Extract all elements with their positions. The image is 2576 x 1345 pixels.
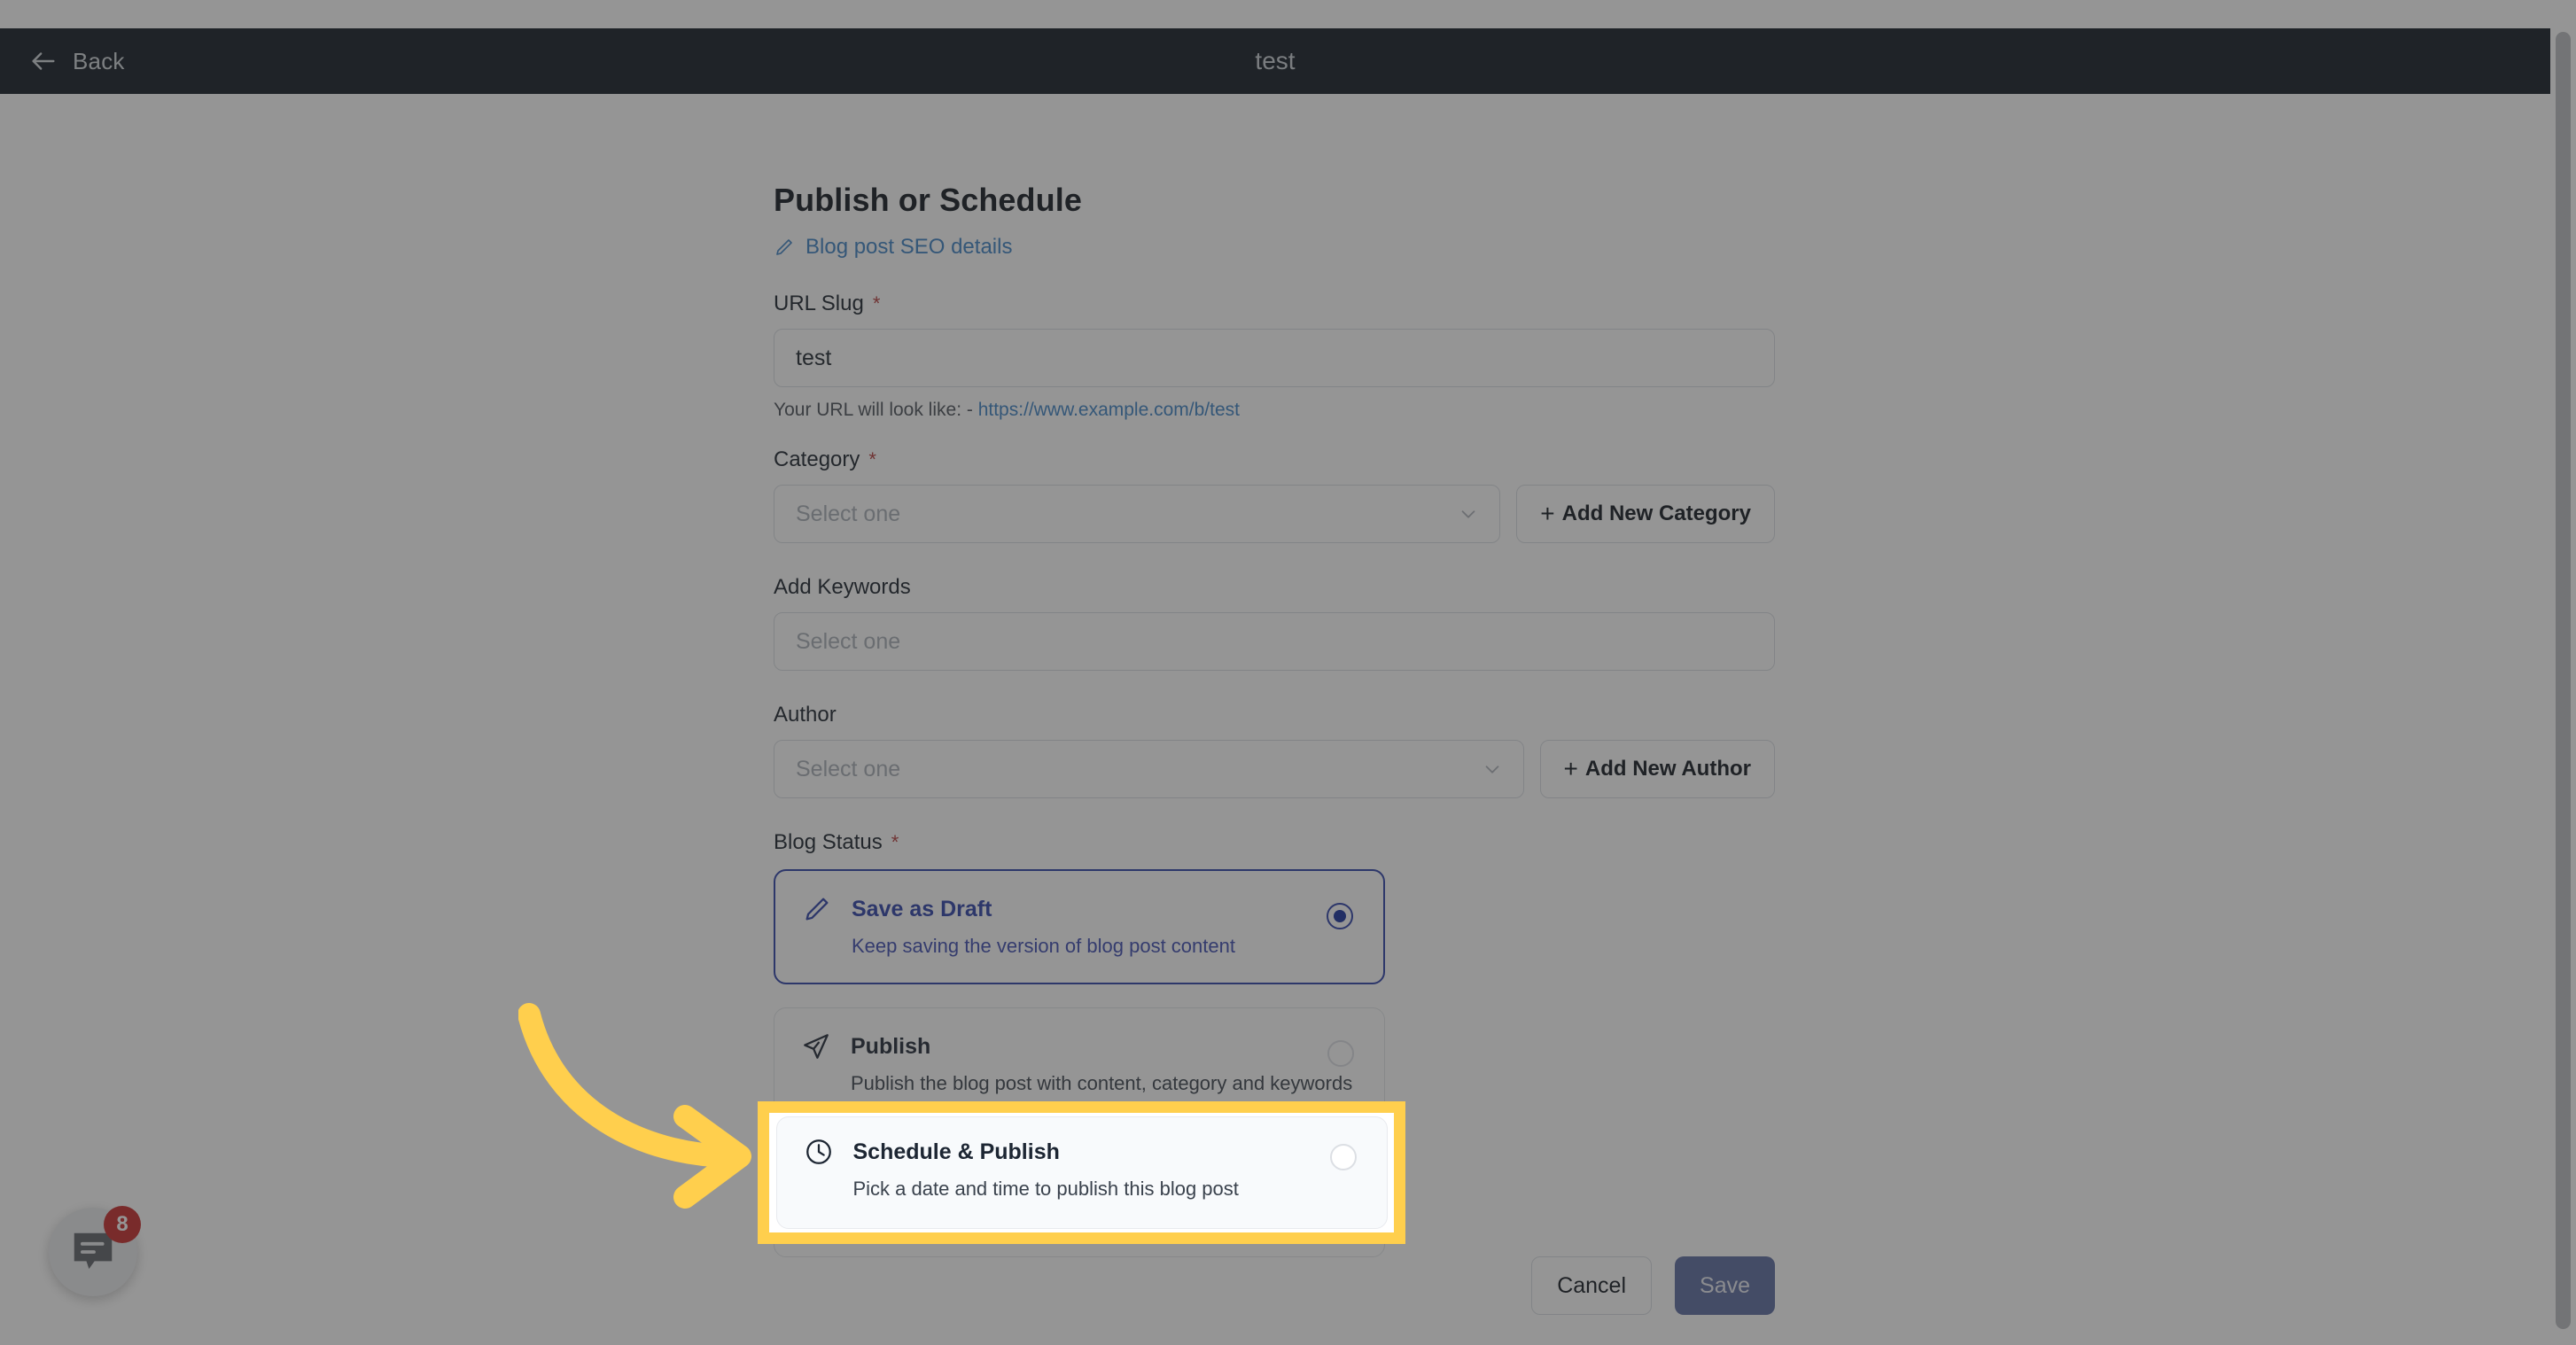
category-placeholder: Select one	[796, 501, 901, 526]
field-keywords: Add Keywords Select one	[774, 575, 1775, 671]
url-hint-link[interactable]: https://www.example.com/b/test	[978, 400, 1240, 420]
category-label-row: Category *	[774, 447, 1775, 472]
app-root: Back test Publish or Schedule Blog post …	[0, 0, 2576, 1345]
required-asterisk: *	[891, 831, 899, 853]
vertical-scrollbar-track[interactable]	[2550, 0, 2576, 1345]
clock-icon	[804, 1137, 834, 1167]
save-as-draft-head: Save as Draft	[802, 894, 1357, 924]
pencil-icon	[802, 894, 832, 924]
field-url-slug: URL Slug * test Your URL will look like:…	[774, 292, 1775, 421]
blog-status-label: Blog Status	[774, 830, 883, 854]
add-new-category-button[interactable]: + Add New Category	[1516, 485, 1775, 543]
app-header: Back test	[0, 28, 2550, 94]
highlighted-schedule-publish-description: Pick a date and time to publish this blo…	[852, 1178, 1239, 1200]
url-slug-input[interactable]: test	[774, 329, 1775, 387]
page-title-header: test	[1255, 47, 1296, 74]
publish-head: Publish	[801, 1031, 1358, 1061]
blog-seo-details-link[interactable]: Blog post SEO details	[774, 235, 1012, 260]
save-button[interactable]: Save	[1675, 1256, 1775, 1315]
author-label-row: Author	[774, 703, 1775, 727]
highlight-inner: Schedule & Publish Pick a date and time …	[769, 1113, 1394, 1232]
publish-title: Publish	[851, 1033, 931, 1059]
url-hint-prefix: Your URL will look like: -	[774, 400, 978, 420]
publish-description: Publish the blog post with content, cate…	[851, 1072, 1353, 1094]
save-as-draft-radio[interactable]	[1327, 903, 1353, 929]
publish-radio[interactable]	[1327, 1040, 1354, 1067]
plus-icon: +	[1563, 755, 1578, 782]
keywords-input[interactable]: Select one	[774, 612, 1775, 671]
blog-seo-details-label: Blog post SEO details	[805, 235, 1013, 259]
add-new-category-label: Add New Category	[1561, 501, 1751, 525]
field-category: Category * Select one + Add New Category	[774, 447, 1775, 543]
url-slug-label-row: URL Slug *	[774, 292, 1775, 316]
keywords-placeholder: Select one	[796, 628, 901, 654]
author-label: Author	[774, 703, 837, 727]
field-author: Author Select one + Add New Author	[774, 703, 1775, 798]
author-input-row: Select one + Add New Author	[774, 740, 1775, 798]
url-slug-value: test	[796, 345, 832, 370]
highlighted-schedule-publish-head: Schedule & Publish	[804, 1137, 1360, 1167]
send-icon	[801, 1031, 831, 1061]
chat-unread-badge: 8	[104, 1206, 141, 1243]
required-asterisk: *	[868, 448, 876, 470]
status-option-save-as-draft[interactable]: Save as Draft Keep saving the version of…	[774, 869, 1385, 984]
category-select[interactable]: Select one	[774, 485, 1501, 543]
highlighted-status-option-schedule-publish[interactable]: Schedule & Publish Pick a date and time …	[775, 1116, 1388, 1229]
blog-status-label-row: Blog Status *	[774, 830, 1775, 855]
add-new-author-label: Add New Author	[1584, 757, 1751, 781]
required-asterisk: *	[872, 292, 881, 315]
page-title: Publish or Schedule	[774, 182, 1082, 218]
cancel-button[interactable]: Cancel	[1531, 1256, 1653, 1315]
url-slug-input-row: test	[774, 329, 1775, 387]
url-slug-label: URL Slug	[774, 292, 864, 315]
vertical-scrollbar-thumb[interactable]	[2556, 32, 2571, 1329]
category-input-row: Select one + Add New Category	[774, 485, 1775, 543]
highlighted-schedule-publish-title: Schedule & Publish	[852, 1139, 1060, 1164]
top-strip	[0, 0, 2576, 28]
author-placeholder: Select one	[796, 756, 901, 781]
category-label: Category	[774, 447, 860, 471]
save-as-draft-description: Keep saving the version of blog post con…	[852, 935, 1235, 957]
curved-arrow-right-icon	[518, 997, 784, 1227]
keywords-input-row: Select one	[774, 612, 1775, 671]
author-select[interactable]: Select one	[774, 740, 1524, 798]
add-new-author-button[interactable]: + Add New Author	[1539, 740, 1775, 798]
highlighted-schedule-publish-radio[interactable]	[1329, 1144, 1357, 1170]
chevron-down-icon	[1459, 504, 1478, 524]
pencil-icon	[774, 237, 795, 258]
keywords-label: Add Keywords	[774, 575, 911, 599]
chevron-down-icon	[1483, 759, 1502, 779]
url-slug-hint: Your URL will look like: - https://www.e…	[774, 400, 1775, 421]
keywords-label-row: Add Keywords	[774, 575, 1775, 600]
chat-widget-button[interactable]: 8	[49, 1206, 141, 1296]
highlight-box-schedule-publish: Schedule & Publish Pick a date and time …	[758, 1101, 1405, 1244]
form-actions: Cancel Save	[774, 1256, 1775, 1315]
save-as-draft-title: Save as Draft	[852, 896, 992, 921]
plus-icon: +	[1540, 500, 1555, 527]
